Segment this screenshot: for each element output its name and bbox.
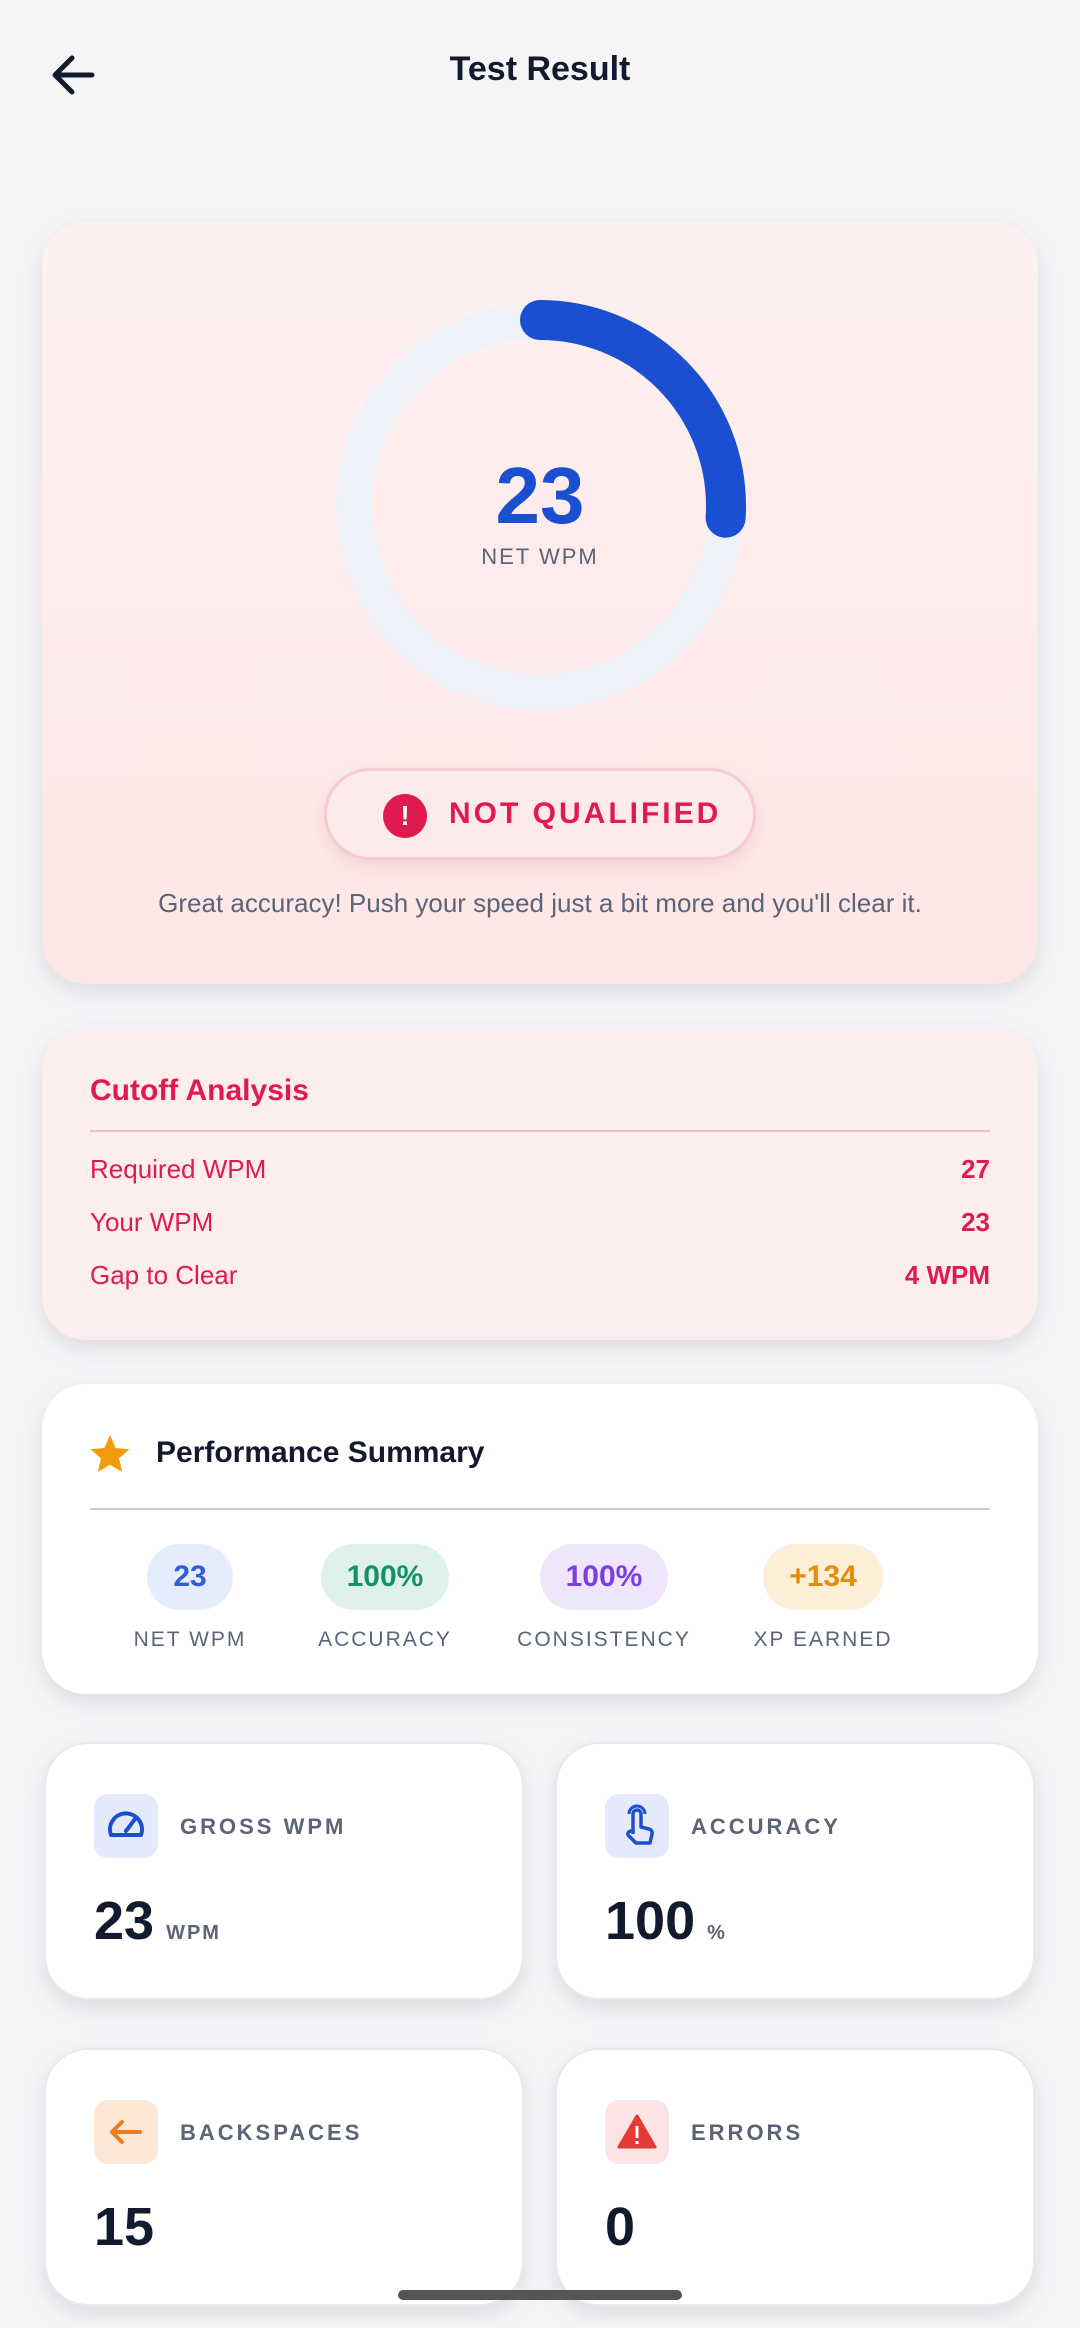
stat-chip: 23	[147, 1544, 233, 1610]
tile-accuracy: ACCURACY 100%	[555, 1742, 1035, 2000]
row-label: Your WPM	[90, 1207, 214, 1237]
tile-backspaces: BACKSPACES 15	[44, 2048, 524, 2306]
warning-icon	[605, 2100, 669, 2164]
star-icon	[90, 1435, 130, 1472]
touch-icon	[605, 1794, 669, 1858]
net-wpm-value: 23	[495, 451, 585, 540]
cutoff-row-yours: Your WPM 23	[90, 1207, 990, 1247]
status-badge: ! NOT QUALIFIED	[324, 768, 756, 860]
performance-summary-card: Performance Summary 23 NET WPM 100% ACCU…	[42, 1384, 1038, 1694]
top-bar: Test Result	[0, 0, 1080, 150]
stat-label: XP EARNED	[753, 1628, 893, 1651]
tile-gross-wpm: GROSS WPM 23 WPM	[44, 1742, 524, 2000]
tile-value: 100%	[605, 1890, 727, 1952]
net-wpm-label: NET WPM	[481, 544, 599, 569]
page-title: Test Result	[449, 50, 631, 88]
tile-label: ACCURACY	[691, 1814, 841, 1839]
tile-errors: ERRORS 0	[555, 2048, 1035, 2306]
row-label: Gap to Clear	[90, 1260, 238, 1290]
tile-value: 0	[605, 2197, 636, 2257]
divider	[90, 1130, 990, 1132]
divider	[90, 1508, 990, 1510]
tile-number: 23	[94, 1891, 155, 1951]
stat-xp-earned: +134 XP EARNED	[683, 1544, 963, 1652]
cutoff-row-gap: Gap to Clear 4 WPM	[90, 1260, 990, 1300]
arrow-left-icon	[94, 2100, 158, 2164]
row-label: Required WPM	[90, 1154, 267, 1184]
cutoff-row-required: Required WPM 27	[90, 1154, 990, 1194]
exclamation-icon: !	[383, 794, 427, 838]
tile-unit: %	[707, 1922, 727, 1944]
cutoff-analysis-card: Cutoff Analysis Required WPM 27 Your WPM…	[42, 1028, 1038, 1340]
status-text: NOT QUALIFIED	[449, 797, 722, 830]
cutoff-title: Cutoff Analysis	[90, 1074, 309, 1107]
row-value: 4 WPM	[904, 1260, 990, 1290]
result-hero-card: 23 NET WPM ! NOT QUALIFIED Great accurac…	[42, 222, 1038, 984]
tile-label: GROSS WPM	[180, 1814, 347, 1839]
speedometer-icon	[94, 1794, 158, 1858]
stat-chip: +134	[763, 1544, 883, 1610]
stat-chip: 100%	[320, 1544, 450, 1610]
row-value: 23	[961, 1207, 990, 1237]
tile-unit: WPM	[166, 1922, 221, 1944]
stat-chip: 100%	[539, 1544, 669, 1610]
row-value: 27	[961, 1154, 990, 1184]
home-indicator[interactable]	[398, 2290, 682, 2300]
performance-title: Performance Summary	[156, 1436, 485, 1469]
tile-value: 23 WPM	[94, 1890, 221, 1952]
tile-value: 15	[94, 2197, 155, 2257]
tile-number: 100	[605, 1891, 696, 1951]
result-message: Great accuracy! Push your speed just a b…	[158, 888, 922, 918]
tile-label: ERRORS	[691, 2120, 804, 2145]
tile-label: BACKSPACES	[180, 2120, 363, 2145]
